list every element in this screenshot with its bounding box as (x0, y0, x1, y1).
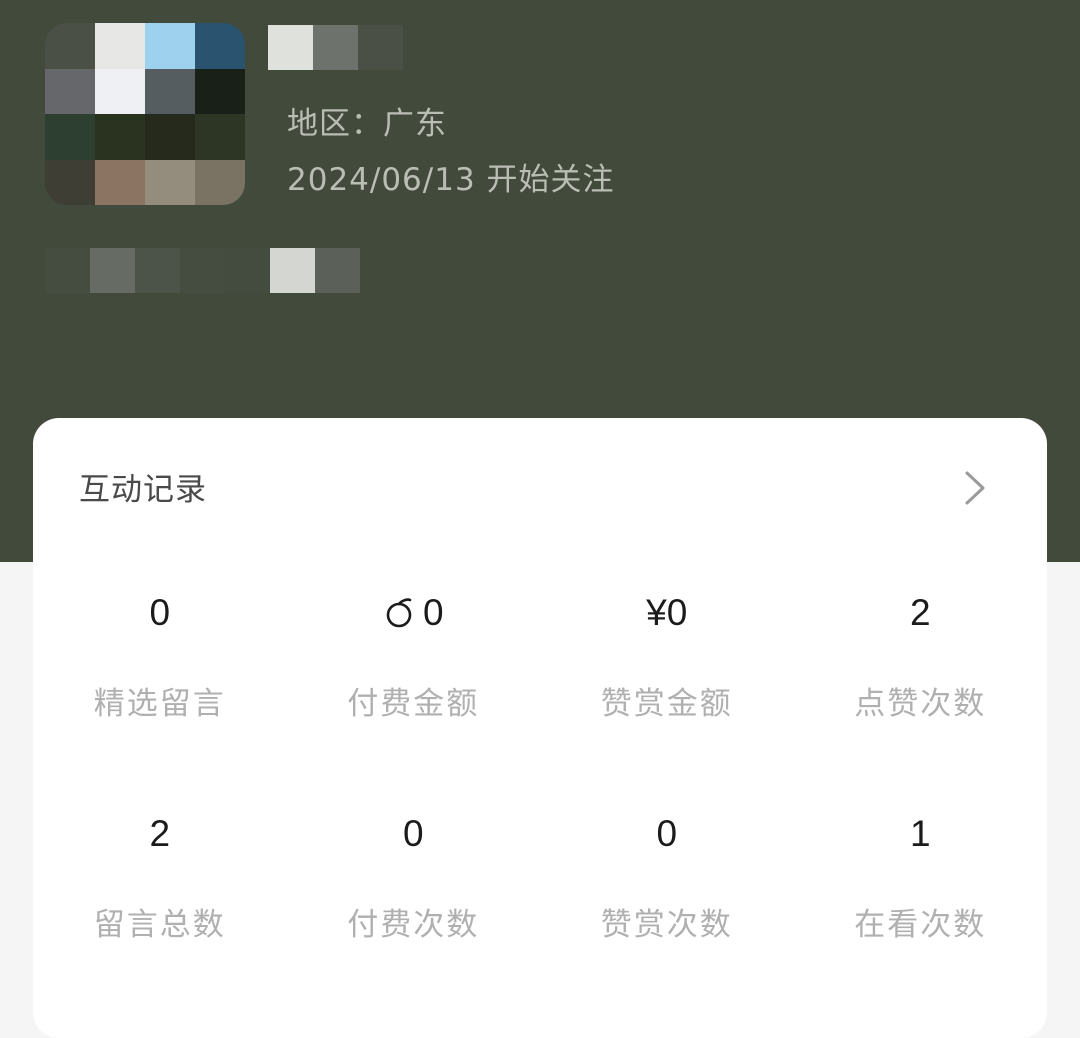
avatar[interactable] (45, 23, 245, 205)
stat-label: 付费次数 (347, 907, 480, 943)
stat-tip-count: 0 赞赏次数 (540, 809, 794, 1030)
stat-value: 2 (909, 592, 931, 633)
nickname-pixelated (268, 25, 403, 70)
region-text: 地区：广东 (287, 106, 447, 142)
stat-tip-amount: ¥0 赞赏金额 (540, 588, 794, 809)
interaction-record-row[interactable]: 互动记录 (33, 418, 1047, 553)
stat-value: 0 (149, 592, 171, 633)
stat-watching-count: 1 在看次数 (794, 809, 1048, 1030)
follow-date-text: 2024/06/13 开始关注 (287, 162, 615, 198)
interaction-card: 互动记录 0 精选留言 0 付费金额 ¥0 赞赏金额 2 点赞次数 2 留言总数… (33, 418, 1047, 1038)
stat-value: 0 (402, 813, 424, 854)
stat-value: 0 (656, 813, 678, 854)
stat-label: 点赞次数 (854, 686, 987, 722)
chevron-right-icon[interactable] (961, 470, 989, 506)
stat-comment-total: 2 留言总数 (33, 809, 287, 1030)
stat-paid-count: 0 付费次数 (287, 809, 541, 1030)
stat-paid-amount: 0 付费金额 (287, 588, 541, 809)
stat-label: 赞赏次数 (600, 907, 733, 943)
stat-label: 付费金额 (347, 686, 480, 722)
stat-featured-comments: 0 精选留言 (33, 588, 287, 809)
stat-label: 留言总数 (93, 907, 226, 943)
stat-label: 在看次数 (854, 907, 987, 943)
signature-pixelated (45, 248, 360, 293)
stat-value: 2 (149, 813, 171, 854)
coin-icon (386, 598, 412, 628)
stat-value: ¥0 (646, 592, 688, 633)
stat-value: 1 (909, 813, 931, 854)
stat-label: 精选留言 (93, 686, 226, 722)
card-title: 互动记录 (79, 472, 207, 508)
stat-like-count: 2 点赞次数 (794, 588, 1048, 809)
stat-label: 赞赏金额 (600, 686, 733, 722)
stats-grid: 0 精选留言 0 付费金额 ¥0 赞赏金额 2 点赞次数 2 留言总数 0 付费… (33, 588, 1047, 1030)
stat-value: 0 (422, 592, 444, 633)
